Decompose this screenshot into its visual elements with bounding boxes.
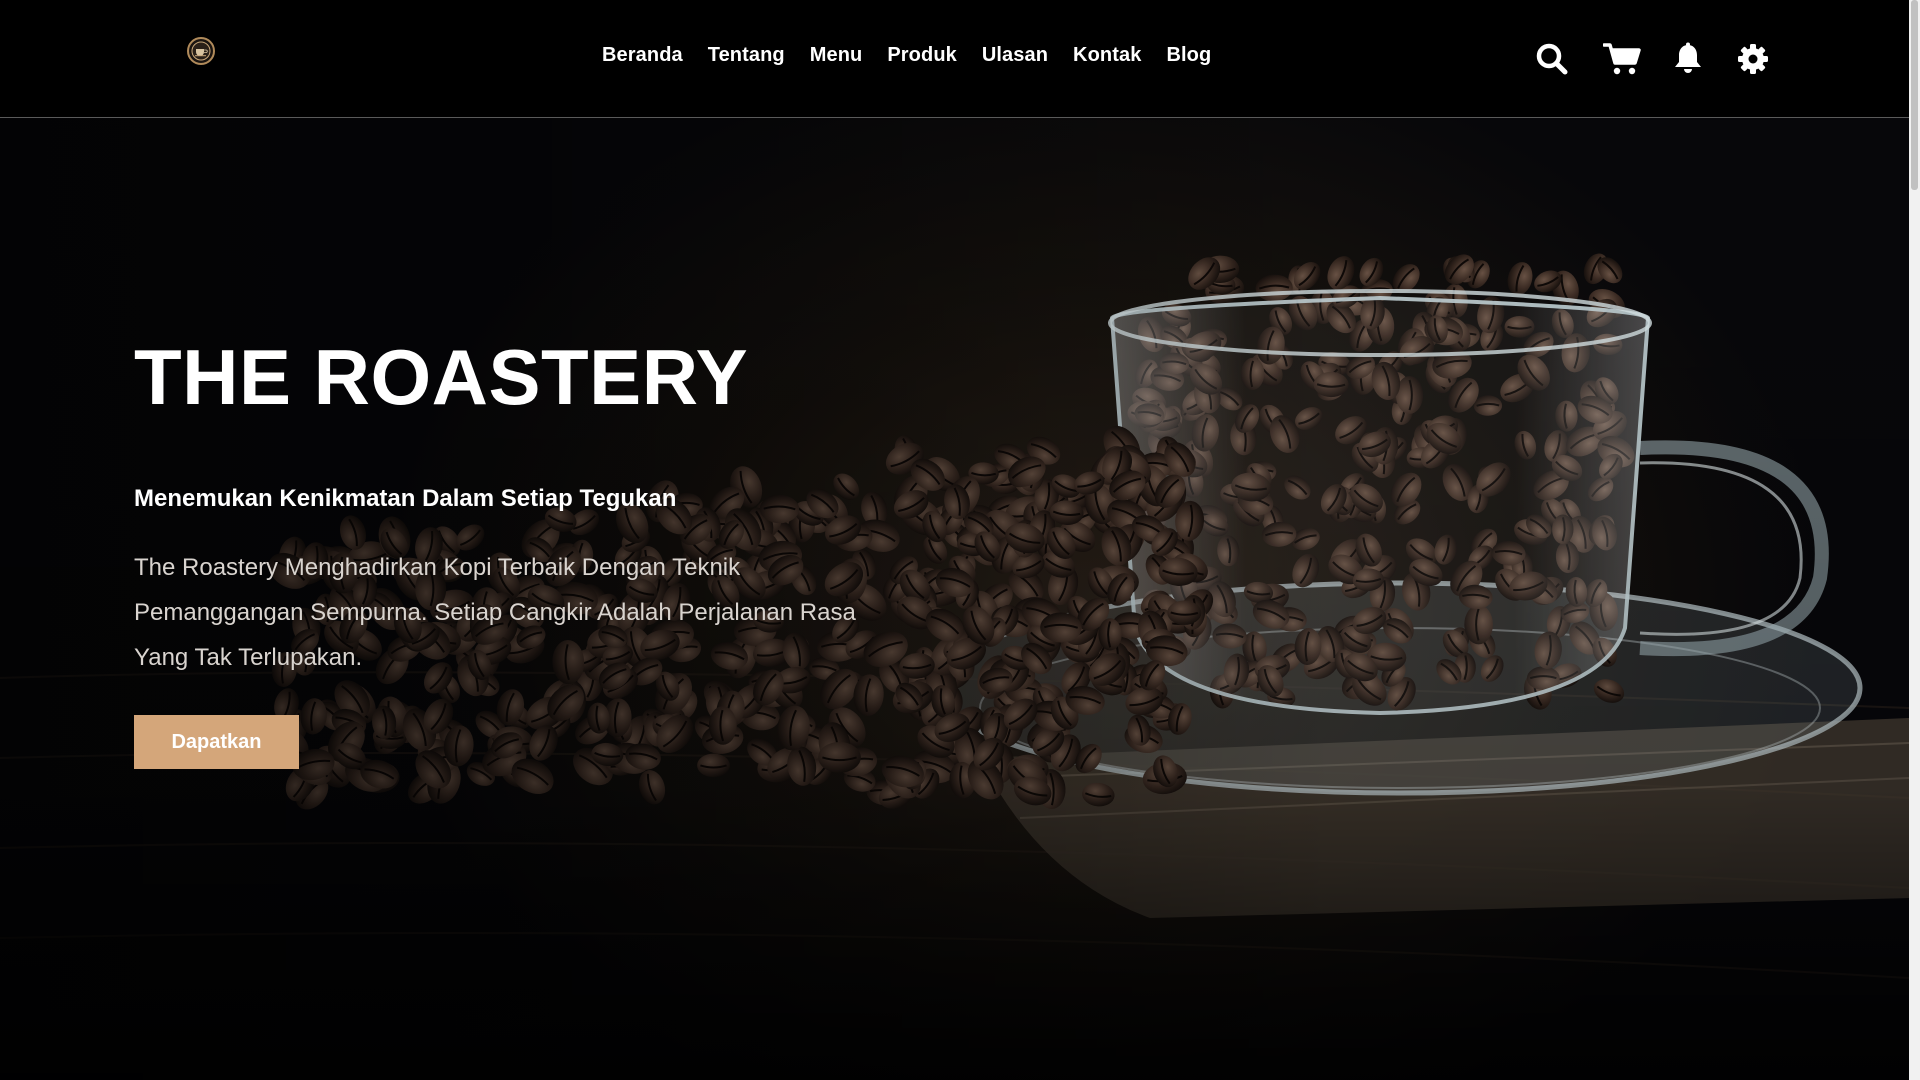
nav-link-kontak[interactable]: Kontak xyxy=(1073,44,1141,67)
nav-link-beranda[interactable]: Beranda xyxy=(602,44,683,67)
search-icon[interactable] xyxy=(1535,42,1569,76)
hero-subtitle: Menemukan Kenikmatan Dalam Setiap Teguka… xyxy=(134,485,677,512)
hero-content: THE ROASTERY Menemukan Kenikmatan Dalam … xyxy=(134,338,894,769)
hero-title: THE ROASTERY xyxy=(134,333,749,421)
main-nav: Beranda Tentang Menu Produk Ulasan Konta… xyxy=(602,44,1211,67)
logo-graphic xyxy=(191,41,211,61)
cart-icon[interactable] xyxy=(1603,42,1641,76)
nav-icons xyxy=(1535,42,1769,76)
nav-link-menu[interactable]: Menu xyxy=(810,44,863,67)
hero-description: The Roastery Menghadirkan Kopi Terbaik D… xyxy=(134,554,856,671)
nav-link-ulasan[interactable]: Ulasan xyxy=(982,44,1048,67)
scrollbar[interactable] xyxy=(1909,0,1920,1080)
nav-link-tentang[interactable]: Tentang xyxy=(708,44,785,67)
nav-link-blog[interactable]: Blog xyxy=(1166,44,1211,67)
coffee-cup-logo[interactable] xyxy=(187,37,215,65)
scrollbar-thumb[interactable] xyxy=(1911,0,1918,190)
bell-icon[interactable] xyxy=(1673,42,1703,76)
nav-link-produk[interactable]: Produk xyxy=(887,44,957,67)
gear-icon[interactable] xyxy=(1737,43,1769,75)
dapatkan-button[interactable]: Dapatkan xyxy=(134,715,299,769)
navbar: Beranda Tentang Menu Produk Ulasan Konta… xyxy=(0,0,1909,118)
page: Beranda Tentang Menu Produk Ulasan Konta… xyxy=(0,0,1920,1080)
hero-section: THE ROASTERY Menemukan Kenikmatan Dalam … xyxy=(0,118,1909,1080)
